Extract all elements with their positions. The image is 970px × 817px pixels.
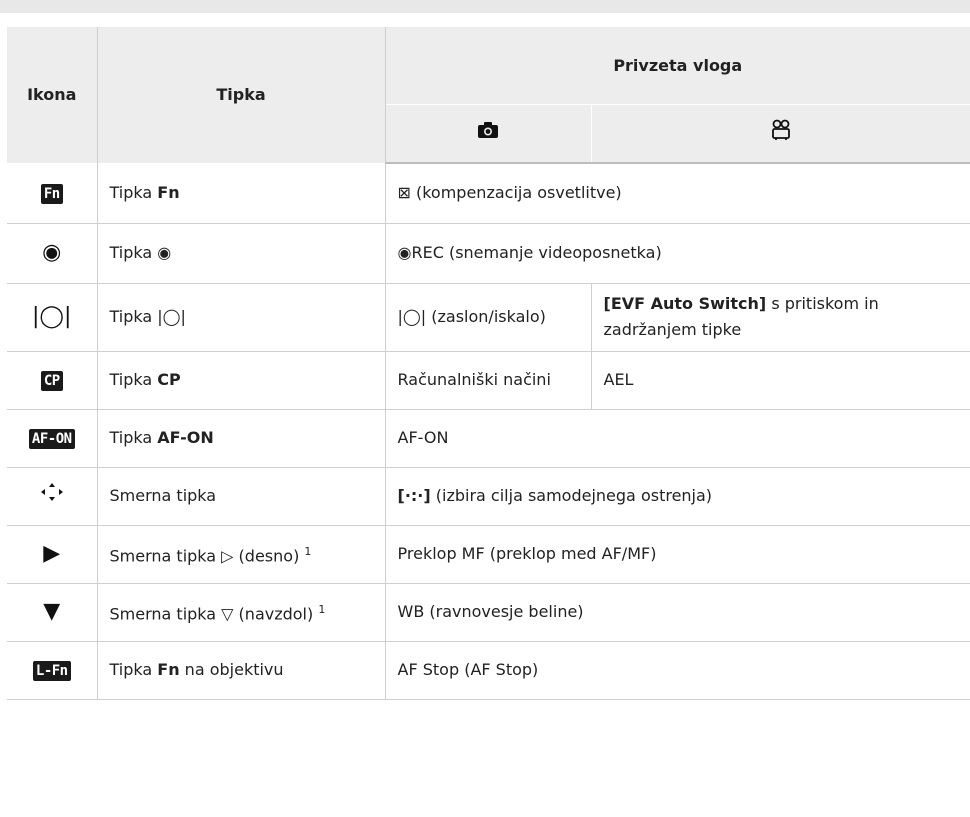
key-cell: Smerna tipka ▷ (desno) 1 xyxy=(97,525,386,584)
key-cell: Tipka |◯| xyxy=(97,283,386,352)
button-functions-table: Ikona Tipka Privzeta vloga Fn Tipka Fn ⊠… xyxy=(7,27,970,700)
role-cell-movie: AEL xyxy=(591,351,970,410)
right-arrow-icon: ▶ xyxy=(7,525,98,584)
table-row: CP Tipka CP Računalniški načini AEL xyxy=(7,351,970,410)
top-divider-strip xyxy=(0,0,970,13)
table-row: ◉ Tipka ◉ ◉REC (snemanje videoposnetka) xyxy=(7,223,970,284)
record-icon: ◉ xyxy=(7,223,98,284)
role-cell: Preklop MF (preklop med AF/MF) xyxy=(385,525,970,584)
table-row: Fn Tipka Fn ⊠ (kompenzacija osvetlitve) xyxy=(7,163,970,224)
key-cell: Tipka CP xyxy=(97,351,386,410)
fn-icon: Fn xyxy=(7,163,98,224)
role-cell: AF-ON xyxy=(385,409,970,468)
down-arrow-icon: ▼ xyxy=(7,583,98,642)
role-cell: [·:·] (izbira cilja samodejnega ostrenja… xyxy=(385,467,970,526)
header-ikona: Ikona xyxy=(7,27,98,163)
role-cell-movie: [EVF Auto Switch] s pritiskom in zadržan… xyxy=(591,283,970,352)
lens-fn-icon: L-Fn xyxy=(7,641,98,700)
af-on-icon: AF-ON xyxy=(7,409,98,468)
table-row: Smerna tipka [·:·] (izbira cilja samodej… xyxy=(7,467,970,526)
key-cell: Tipka Fn xyxy=(97,163,386,224)
key-cell: Tipka AF-ON xyxy=(97,409,386,468)
role-cell: WB (ravnovesje beline) xyxy=(385,583,970,642)
table-row: |◯| Tipka |◯| |◯| (zaslon/iskalo) [EVF A… xyxy=(7,283,970,352)
table-row: ▶ Smerna tipka ▷ (desno) 1 Preklop MF (p… xyxy=(7,525,970,584)
key-cell: Smerna tipka ▽ (navzdol) 1 xyxy=(97,583,386,642)
table-row: AF-ON Tipka AF-ON AF-ON xyxy=(7,409,970,468)
role-cell-photo: |◯| (zaslon/iskalo) xyxy=(385,283,592,352)
cp-icon: CP xyxy=(7,351,98,410)
camera-icon xyxy=(478,121,498,138)
header-privzeta-vloga: Privzeta vloga xyxy=(385,27,970,105)
key-cell: Smerna tipka xyxy=(97,467,386,526)
arrow-pad-icon xyxy=(7,467,98,526)
role-cell: AF Stop (AF Stop) xyxy=(385,641,970,700)
role-cell-photo: Računalniški načini xyxy=(385,351,592,410)
key-cell: Tipka Fn na objektivu xyxy=(97,641,386,700)
movie-camera-icon xyxy=(771,119,790,140)
key-cell: Tipka ◉ xyxy=(97,223,386,284)
table-row: L-Fn Tipka Fn na objektivu AF Stop (AF S… xyxy=(7,641,970,700)
header-photo-column xyxy=(385,104,592,164)
role-cell: ⊠ (kompenzacija osvetlitve) xyxy=(385,163,970,224)
header-movie-column xyxy=(591,104,970,164)
role-cell: ◉REC (snemanje videoposnetka) xyxy=(385,223,970,284)
monitor-evf-icon: |◯| xyxy=(7,283,98,352)
header-tipka: Tipka xyxy=(97,27,386,163)
table-row: ▼ Smerna tipka ▽ (navzdol) 1 WB (ravnove… xyxy=(7,583,970,642)
